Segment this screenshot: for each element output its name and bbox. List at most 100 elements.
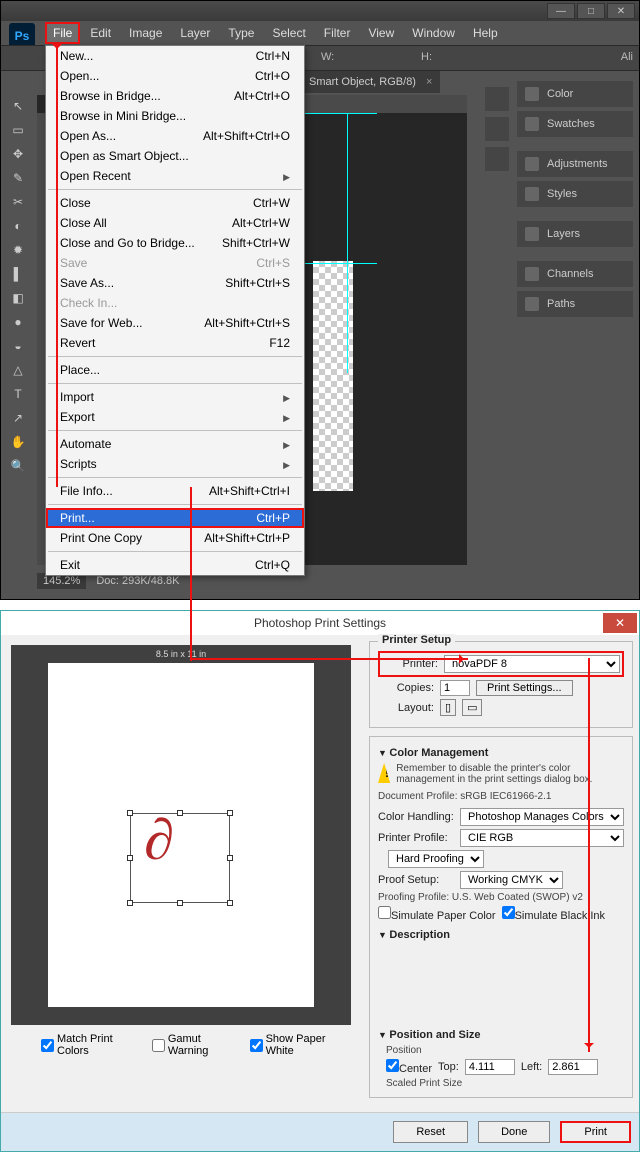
panel-paths[interactable]: Paths	[517, 291, 633, 317]
gamut-warning-checkbox[interactable]: Gamut Warning	[152, 1033, 240, 1057]
menu-item-print[interactable]: Print...Ctrl+P	[46, 508, 304, 528]
menu-item-scripts[interactable]: Scripts	[46, 454, 304, 474]
tool-button[interactable]: ◧	[5, 287, 31, 309]
panel-color[interactable]: Color	[517, 81, 633, 107]
tool-button[interactable]: ✂	[5, 191, 31, 213]
tool-button[interactable]: ↖	[5, 95, 31, 117]
height-label: H:	[421, 51, 432, 63]
tool-button[interactable]: ↗	[5, 407, 31, 429]
menu-edit[interactable]: Edit	[82, 22, 119, 44]
dock-icon[interactable]	[485, 117, 509, 141]
tool-button[interactable]: ✥	[5, 143, 31, 165]
tool-button[interactable]: ◐	[5, 215, 31, 237]
panel-styles[interactable]: Styles	[517, 181, 633, 207]
close-button[interactable]: ✕	[603, 613, 637, 633]
color-handling-select[interactable]: Photoshop Manages Colors	[460, 808, 624, 826]
menu-item-place[interactable]: Place...	[46, 360, 304, 380]
tool-button[interactable]: ✹	[5, 239, 31, 261]
menu-item-print-one-copy[interactable]: Print One CopyAlt+Shift+Ctrl+P	[46, 528, 304, 548]
menu-item-close-all[interactable]: Close AllAlt+Ctrl+W	[46, 213, 304, 233]
menu-window[interactable]: Window	[404, 22, 463, 44]
dialog-buttons: Reset Done Print	[1, 1112, 639, 1151]
tool-button[interactable]: ▌	[5, 263, 31, 285]
tool-button[interactable]: ✎	[5, 167, 31, 189]
layout-landscape-button[interactable]: ▭	[462, 699, 482, 716]
tool-button[interactable]: ◒	[5, 335, 31, 357]
menu-item-open-as-smart-object[interactable]: Open as Smart Object...	[46, 146, 304, 166]
print-settings-pane: Printer Setup Printer: novaPDF 8 Copies:…	[361, 635, 640, 1112]
menu-select[interactable]: Select	[264, 22, 313, 44]
color-icon	[525, 87, 539, 101]
tool-button[interactable]: T	[5, 383, 31, 405]
maximize-button[interactable]: □	[577, 3, 605, 19]
panel-label: Swatches	[547, 118, 595, 130]
menu-item-close-and-go-to-bridge[interactable]: Close and Go to Bridge...Shift+Ctrl+W	[46, 233, 304, 253]
menu-item-revert[interactable]: RevertF12	[46, 333, 304, 353]
reset-button[interactable]: Reset	[393, 1121, 468, 1143]
panel-label: Adjustments	[547, 158, 608, 170]
menu-item-save-for-web[interactable]: Save for Web...Alt+Shift+Ctrl+S	[46, 313, 304, 333]
doc-size: Doc: 293K/48.8K	[96, 575, 179, 587]
menu-file[interactable]: File	[45, 22, 80, 44]
print-bounding-box[interactable]: ∂	[130, 813, 230, 903]
close-tab-icon[interactable]: ×	[426, 76, 432, 88]
menu-item-import[interactable]: Import	[46, 387, 304, 407]
print-settings-button[interactable]: Print Settings...	[476, 680, 573, 696]
printer-profile-select[interactable]: CIE RGB	[460, 829, 624, 847]
tool-button[interactable]: ▭	[5, 119, 31, 141]
minimize-button[interactable]: ―	[547, 3, 575, 19]
adjustments-icon	[525, 157, 539, 171]
layout-portrait-button[interactable]: ▯	[440, 699, 456, 716]
file-menu-dropdown: New...Ctrl+NOpen...Ctrl+OBrowse in Bridg…	[45, 45, 305, 576]
menu-view[interactable]: View	[360, 22, 402, 44]
panel-swatches[interactable]: Swatches	[517, 111, 633, 137]
window-titlebar: ― □ ✕	[1, 1, 639, 21]
tool-button[interactable]: 🔍	[5, 455, 31, 477]
copies-input[interactable]	[440, 680, 470, 696]
channels-icon	[525, 267, 539, 281]
menu-filter[interactable]: Filter	[316, 22, 359, 44]
menu-item-new[interactable]: New...Ctrl+N	[46, 46, 304, 66]
menu-image[interactable]: Image	[121, 22, 170, 44]
menu-layer[interactable]: Layer	[172, 22, 218, 44]
menu-item-browse-in-bridge[interactable]: Browse in Bridge...Alt+Ctrl+O	[46, 86, 304, 106]
dock-icon[interactable]	[485, 87, 509, 111]
panel-adjustments[interactable]: Adjustments	[517, 151, 633, 177]
tool-button[interactable]: ✋	[5, 431, 31, 453]
left-label: Left:	[521, 1061, 542, 1073]
printer-select[interactable]: novaPDF 8	[444, 655, 620, 673]
simulate-paper-checkbox[interactable]: Simulate Paper Color	[378, 906, 496, 922]
proof-setup-select[interactable]: Working CMYK	[460, 871, 563, 889]
menu-item-export[interactable]: Export	[46, 407, 304, 427]
menu-help[interactable]: Help	[465, 22, 506, 44]
done-button[interactable]: Done	[478, 1121, 550, 1143]
paths-icon	[525, 297, 539, 311]
panel-layers[interactable]: Layers	[517, 221, 633, 247]
menu-item-open-as[interactable]: Open As...Alt+Shift+Ctrl+O	[46, 126, 304, 146]
menu-item-browse-in-mini-bridge[interactable]: Browse in Mini Bridge...	[46, 106, 304, 126]
layers-icon	[525, 227, 539, 241]
menu-type[interactable]: Type	[220, 22, 262, 44]
close-button[interactable]: ✕	[607, 3, 635, 19]
printer-setup-group: Printer Setup Printer: novaPDF 8 Copies:…	[369, 641, 633, 728]
tool-button[interactable]: △	[5, 359, 31, 381]
menu-item-save-as[interactable]: Save As...Shift+Ctrl+S	[46, 273, 304, 293]
dock-icon[interactable]	[485, 147, 509, 171]
document-tab[interactable]: Smart Object, RGB/8) ×	[301, 71, 440, 93]
menu-item-open[interactable]: Open...Ctrl+O	[46, 66, 304, 86]
panel-channels[interactable]: Channels	[517, 261, 633, 287]
annotation-arrow	[190, 487, 192, 661]
photoshop-window: ― □ ✕ Ps FileEditImageLayerTypeSelectFil…	[0, 0, 640, 600]
menu-item-exit[interactable]: ExitCtrl+Q	[46, 555, 304, 575]
show-paper-white-checkbox[interactable]: Show Paper White	[250, 1033, 351, 1057]
group-legend: Printer Setup	[378, 634, 455, 646]
match-colors-checkbox[interactable]: Match Print Colors	[41, 1033, 142, 1057]
artwork-icon: ∂	[143, 805, 176, 874]
menu-item-open-recent[interactable]: Open Recent	[46, 166, 304, 186]
menu-item-file-info[interactable]: File Info...Alt+Shift+Ctrl+I	[46, 481, 304, 501]
menu-item-close[interactable]: CloseCtrl+W	[46, 193, 304, 213]
menu-item-automate[interactable]: Automate	[46, 434, 304, 454]
tool-button[interactable]: ●	[5, 311, 31, 333]
print-button[interactable]: Print	[560, 1121, 631, 1143]
hard-proofing-select[interactable]: Hard Proofing	[388, 850, 484, 868]
